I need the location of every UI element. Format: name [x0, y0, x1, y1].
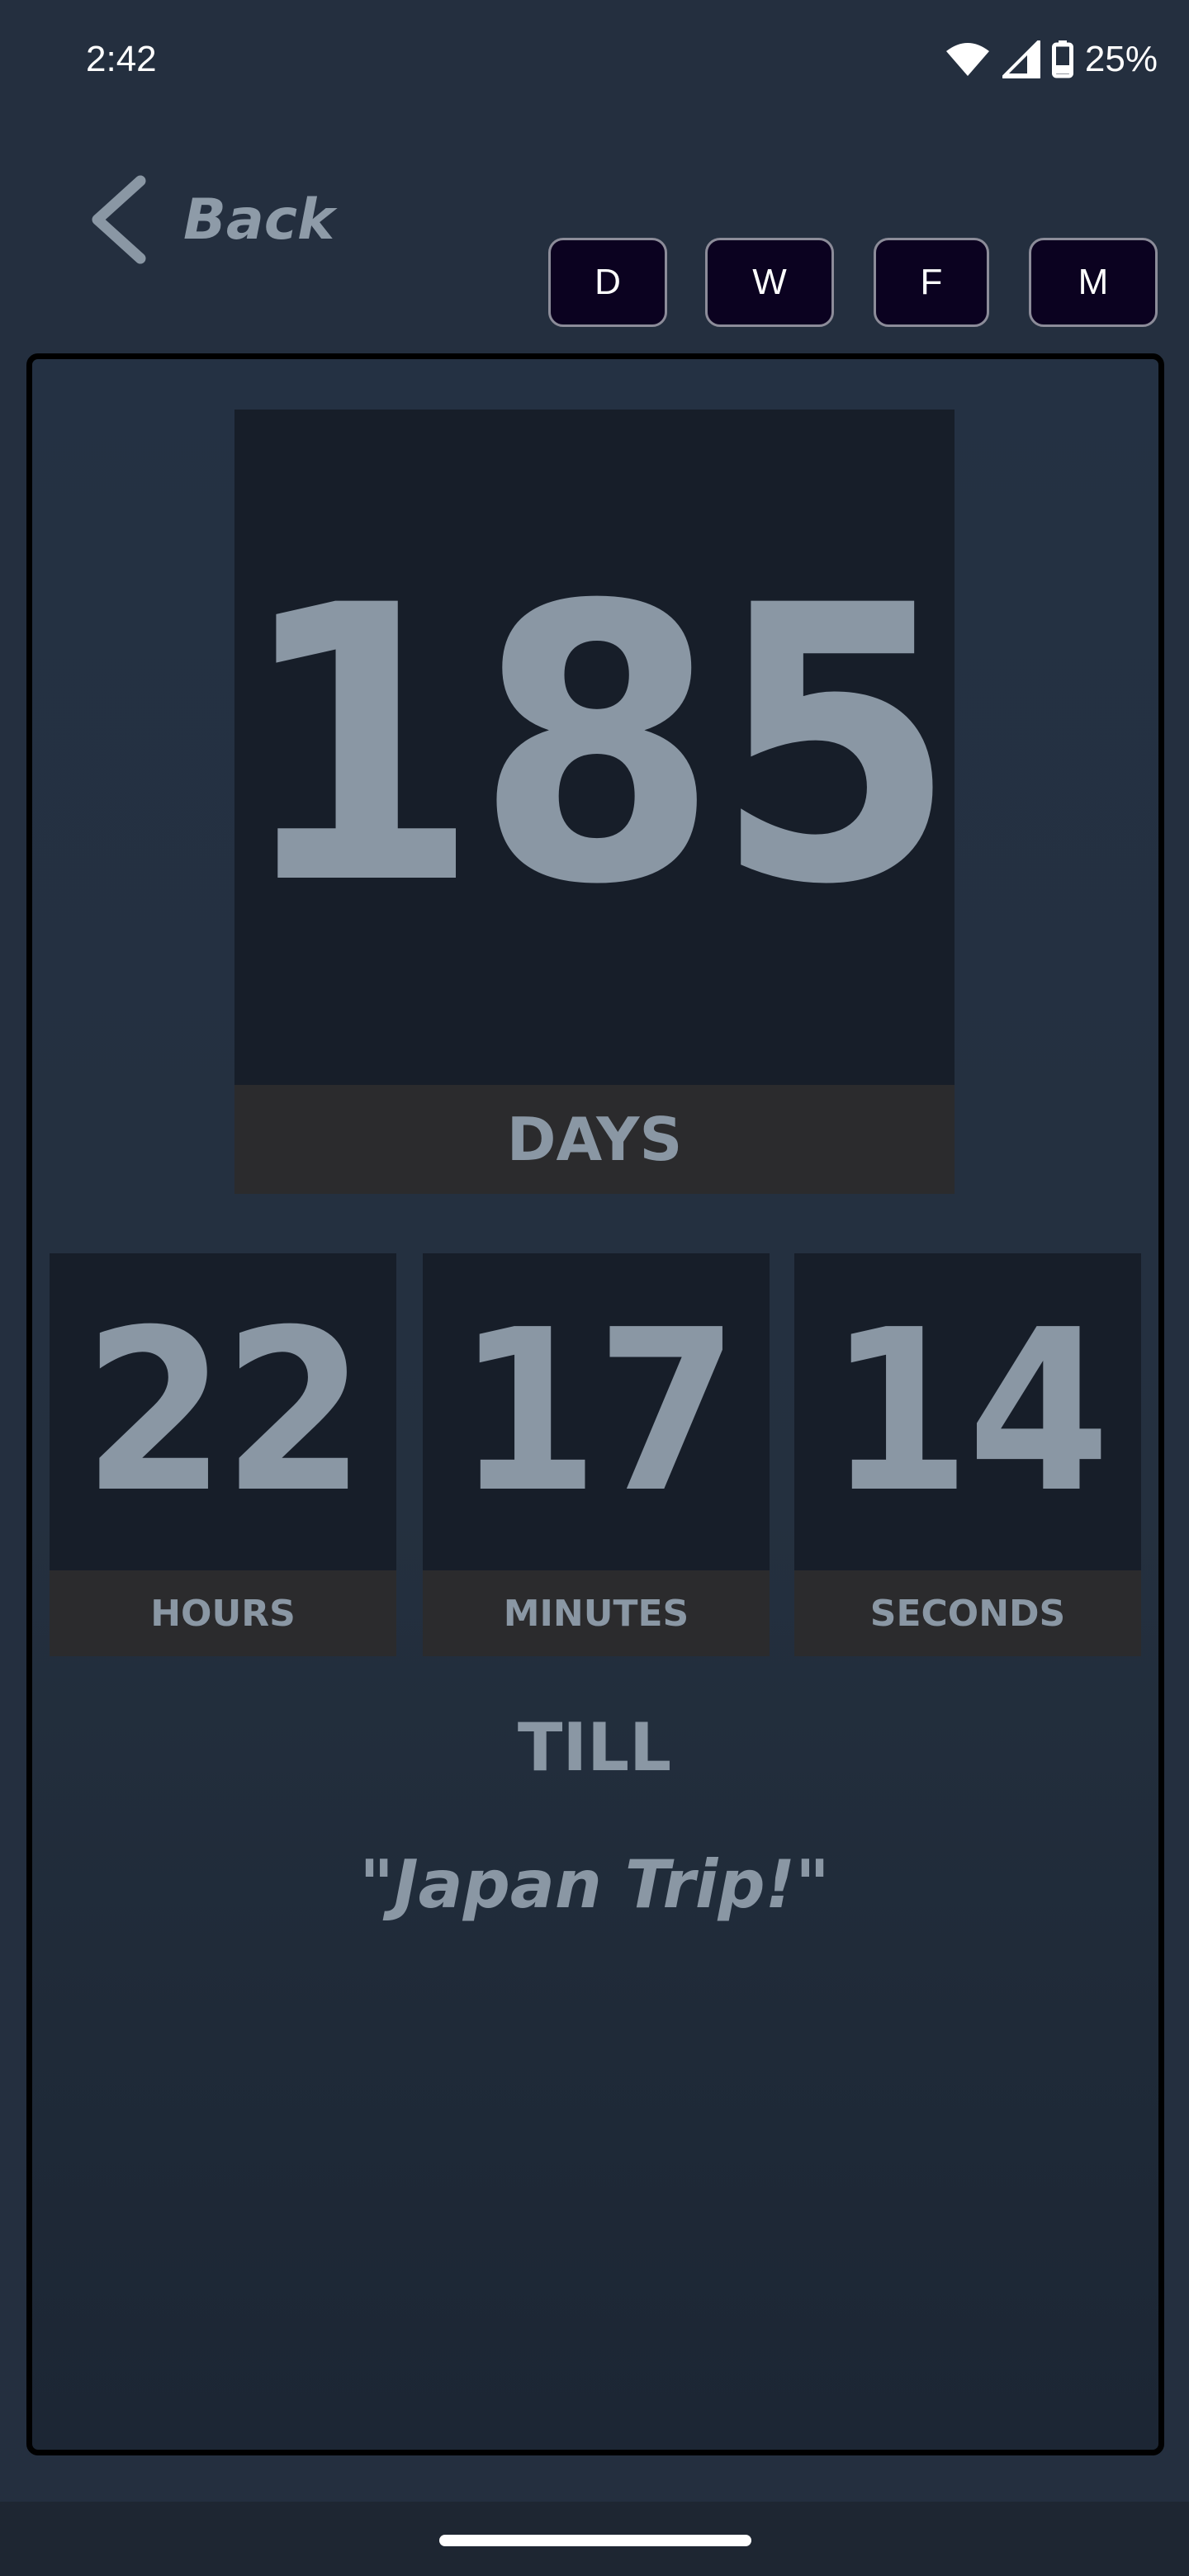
mode-button-month[interactable]: M: [1029, 238, 1158, 327]
seconds-counter: 14 SECONDS: [794, 1253, 1141, 1656]
seconds-number-area: 14: [794, 1253, 1141, 1570]
days-counter: 185 DAYS: [234, 410, 957, 1194]
battery-icon: [1051, 40, 1073, 78]
minutes-label: MINUTES: [423, 1570, 770, 1656]
seconds-value: 14: [827, 1281, 1111, 1541]
event-name: "Japan Trip!": [359, 1846, 830, 1923]
mode-button-day[interactable]: D: [548, 238, 667, 327]
mode-button-fortnight[interactable]: F: [874, 238, 989, 327]
till-label: TILL: [517, 1709, 672, 1786]
home-indicator[interactable]: [439, 2535, 751, 2546]
chevron-left-icon: [86, 174, 149, 265]
minutes-counter: 17 MINUTES: [423, 1253, 770, 1656]
mode-button-week[interactable]: W: [705, 238, 834, 327]
status-icons: 25%: [945, 33, 1158, 86]
hours-value: 22: [83, 1281, 366, 1541]
days-label: DAYS: [234, 1085, 955, 1194]
cellular-signal-icon: [1002, 40, 1040, 78]
battery-percent: 25%: [1084, 39, 1158, 79]
wifi-icon: [945, 41, 991, 78]
seconds-label: SECONDS: [794, 1570, 1141, 1656]
back-button[interactable]: Back: [86, 170, 334, 269]
days-number-area: 185: [234, 410, 957, 1085]
status-time: 2:42: [86, 39, 157, 79]
days-value: 185: [236, 526, 957, 968]
minutes-number-area: 17: [423, 1253, 770, 1570]
hours-counter: 22 HOURS: [50, 1253, 396, 1656]
back-label: Back: [183, 187, 335, 253]
status-bar: 2:42 25%: [0, 0, 1189, 116]
hours-label: HOURS: [50, 1570, 396, 1656]
hours-number-area: 22: [50, 1253, 396, 1570]
minutes-value: 17: [456, 1281, 739, 1541]
